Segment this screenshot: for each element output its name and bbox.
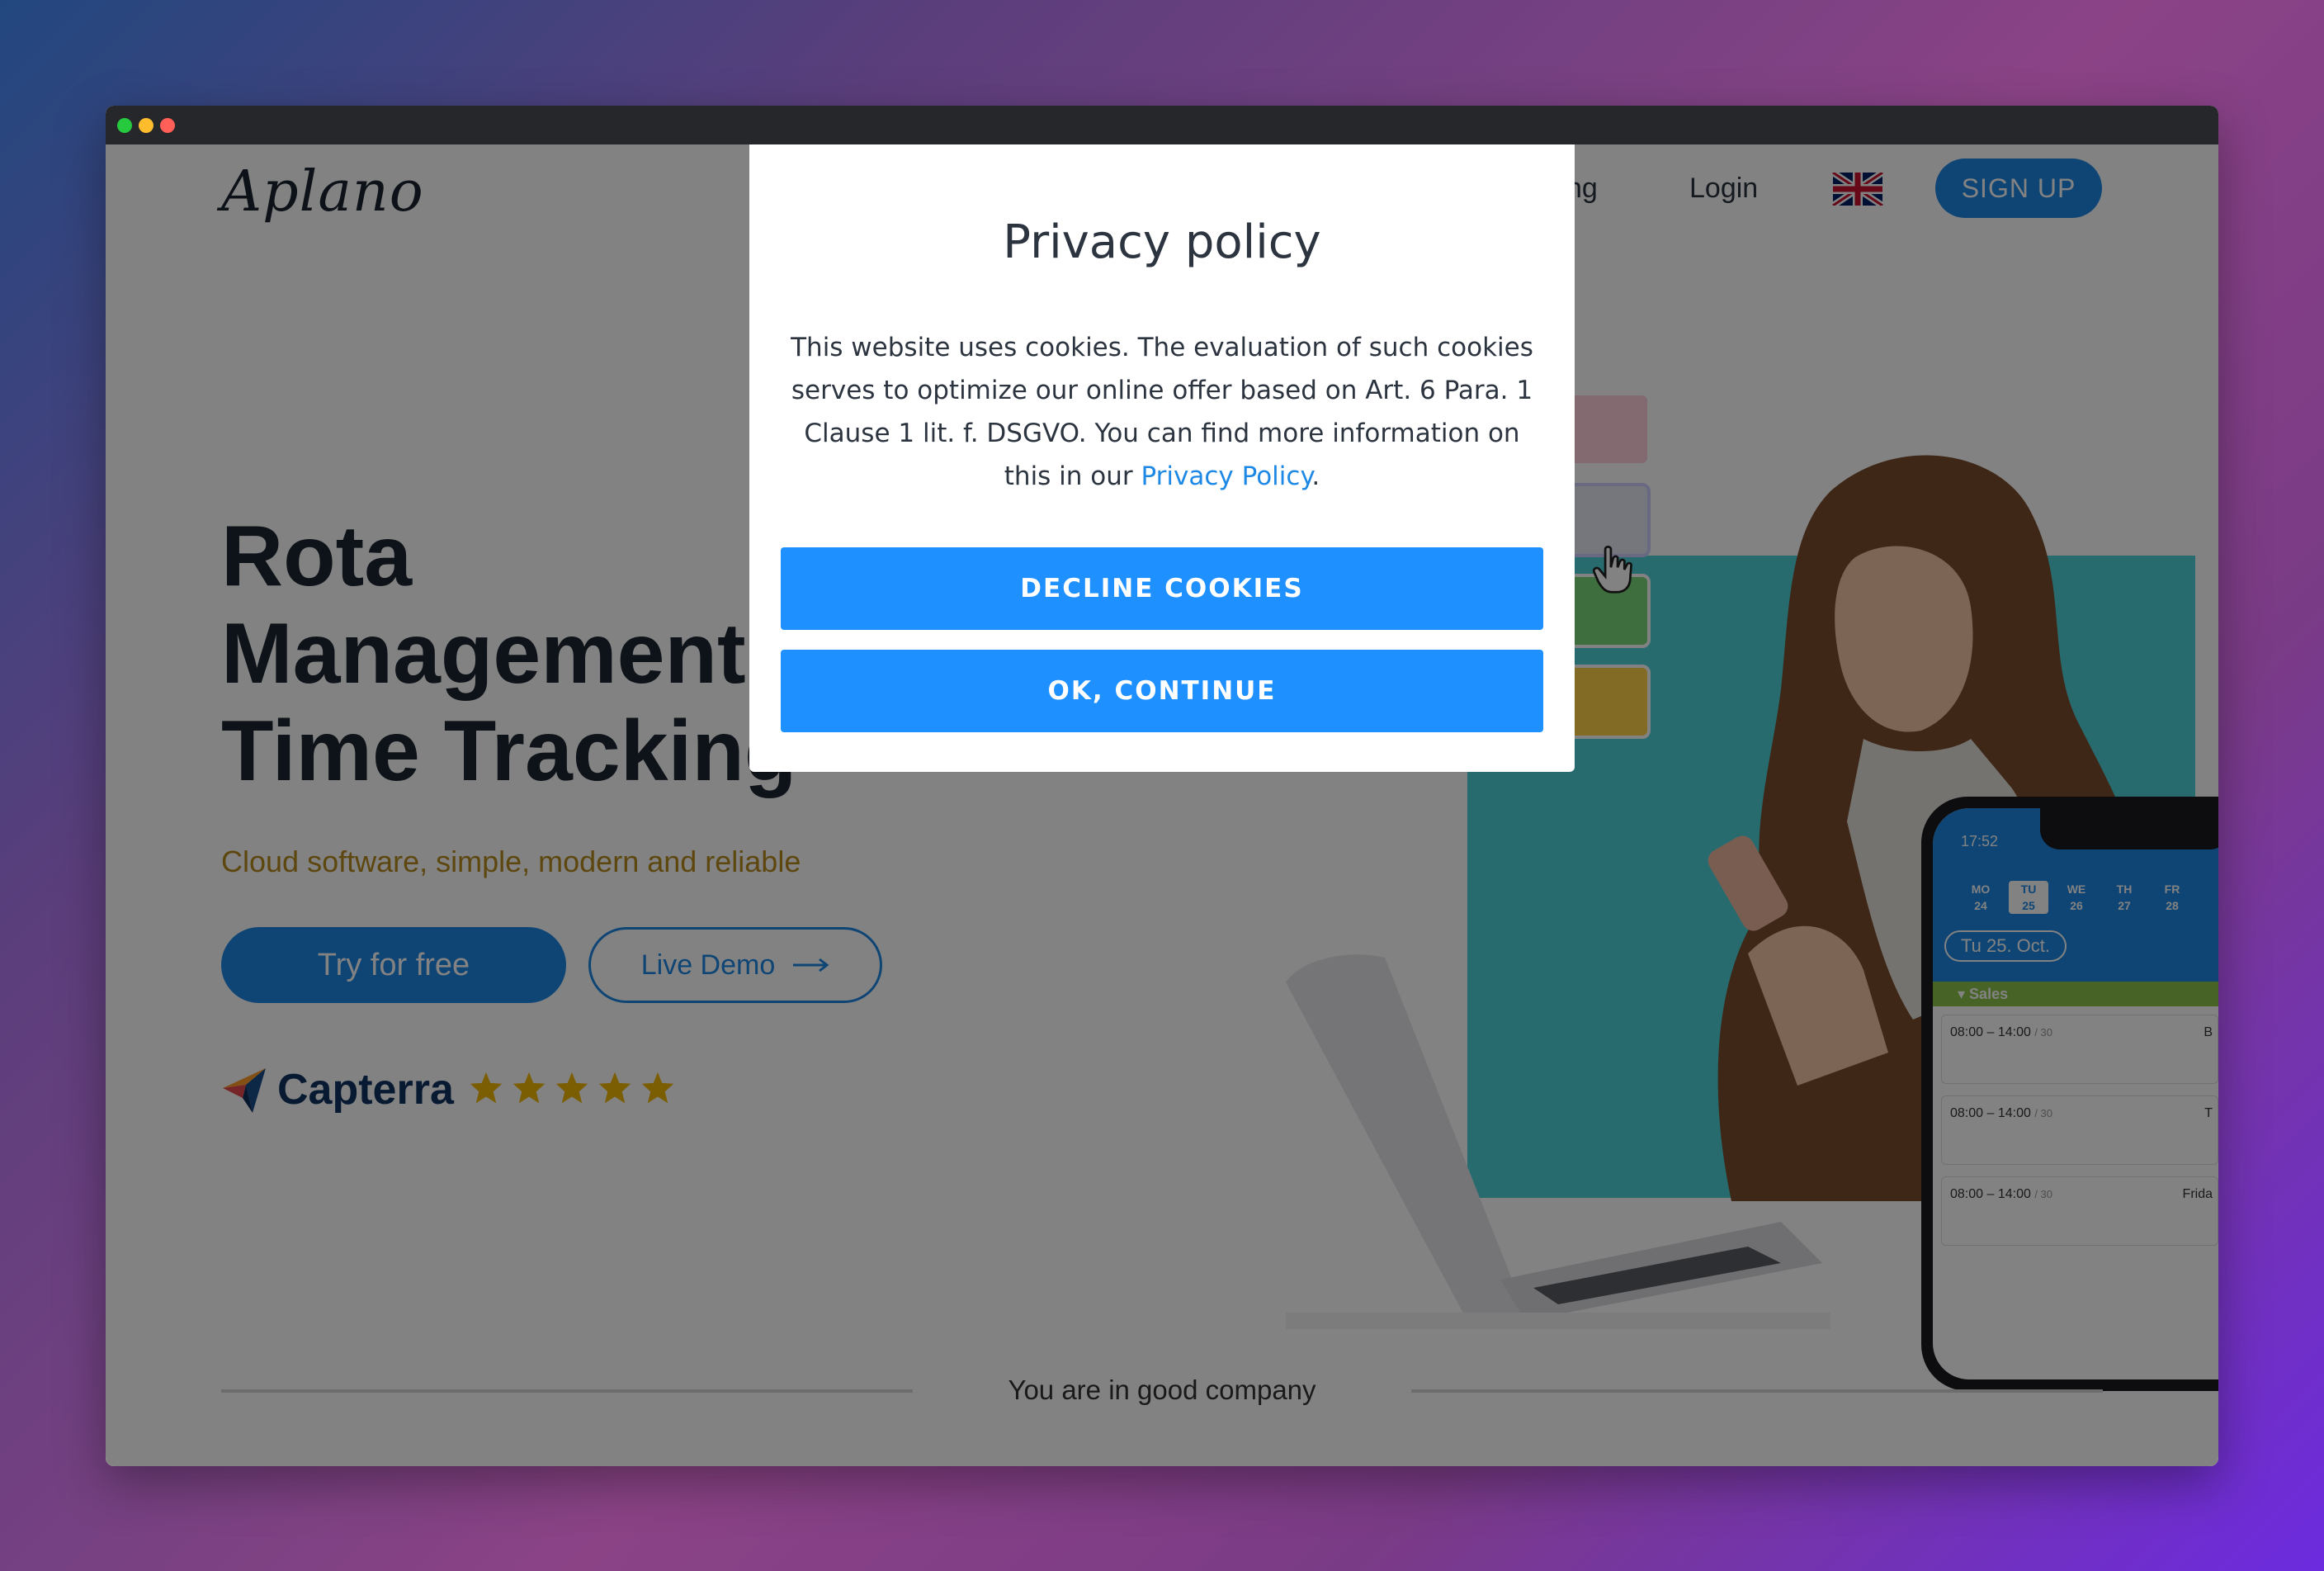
website-page: Aplano ng Login SIGN UP Rota Management … [106,144,2218,1466]
decline-cookies-button[interactable]: DECLINE COOKIES [781,547,1543,630]
privacy-policy-dialog: Privacy policy This website uses cookies… [749,144,1575,772]
dialog-body-text: This website uses cookies. The evaluatio… [782,326,1542,498]
dialog-text-end: . [1311,461,1320,491]
window-titlebar [106,106,2218,144]
browser-window: Aplano ng Login SIGN UP Rota Management … [106,106,2218,1466]
window-maximize-button[interactable] [117,117,132,133]
window-close-button[interactable] [160,117,175,133]
window-minimize-button[interactable] [139,117,154,133]
ok-continue-button[interactable]: OK, CONTINUE [781,650,1543,732]
dialog-title: Privacy policy [1003,215,1321,269]
privacy-policy-link[interactable]: Privacy Policy [1141,461,1312,491]
